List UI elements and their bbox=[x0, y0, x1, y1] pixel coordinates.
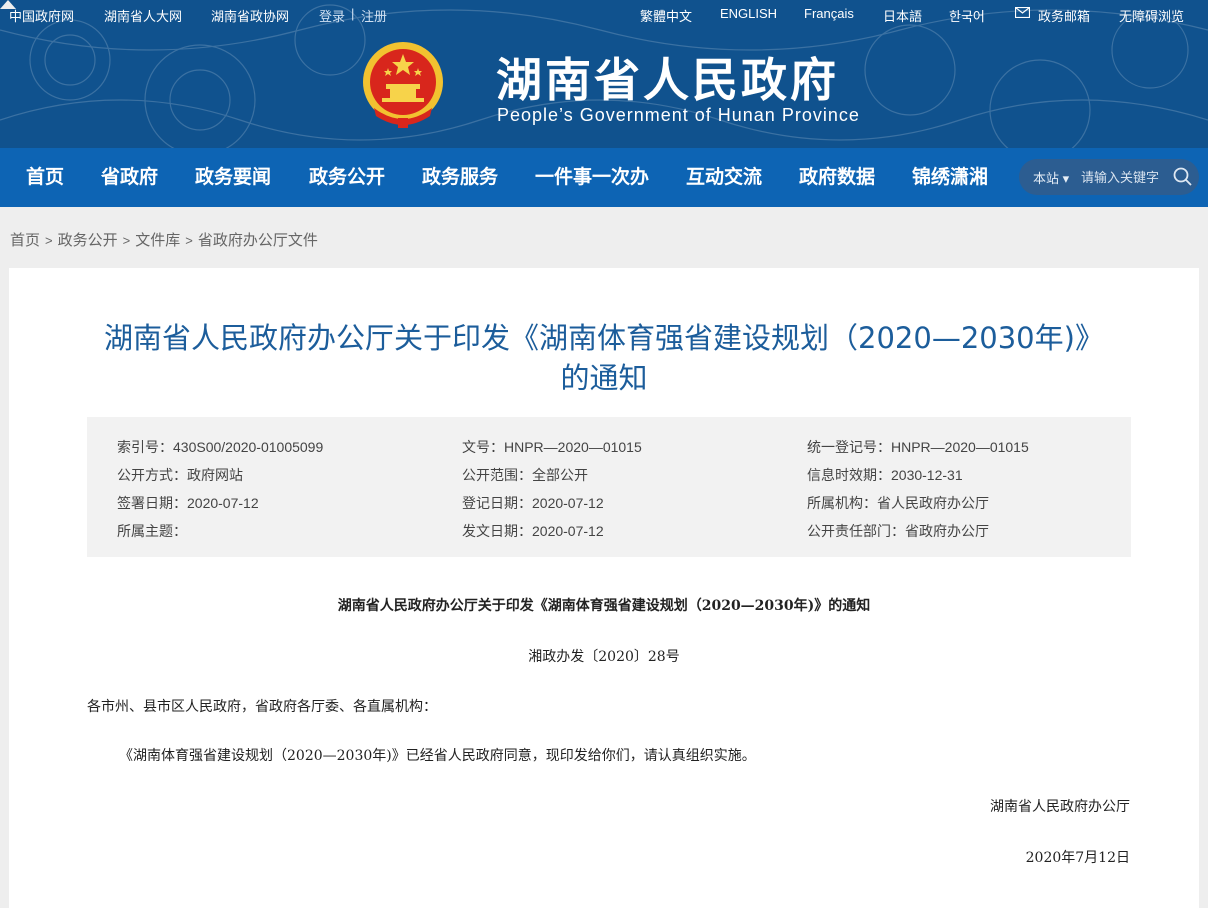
link-gov-cn[interactable]: 中国政府网 bbox=[9, 6, 74, 25]
nav-item-gov-news[interactable]: 政务要闻 bbox=[195, 148, 271, 207]
nav-item-gov-disclosure[interactable]: 政务公开 bbox=[309, 148, 385, 207]
login-link[interactable]: 登录 bbox=[319, 6, 345, 25]
nav-item-scenic-hunan[interactable]: 锦绣潇湘 bbox=[912, 148, 988, 207]
nav-item-gov-services[interactable]: 政务服务 bbox=[422, 148, 498, 207]
gov-mail-link[interactable]: 政务邮箱 bbox=[1038, 6, 1090, 25]
breadcrumb-file-library[interactable]: 文件库 bbox=[135, 232, 180, 249]
meta-index-number: 索引号：430S00/2020-01005099 bbox=[117, 439, 324, 455]
search-icon[interactable] bbox=[1173, 167, 1192, 186]
lang-traditional-chinese[interactable]: 繁體中文 bbox=[640, 6, 692, 25]
meta-disclosure-method: 公开方式：政府网站 bbox=[117, 467, 243, 483]
register-link[interactable]: 注册 bbox=[361, 6, 387, 25]
search-scope-select[interactable]: 本站 ▾ bbox=[1033, 168, 1069, 187]
meta-responsible-dept: 公开责任部门：省政府办公厅 bbox=[807, 523, 989, 539]
lang-japanese[interactable]: 日本語 bbox=[883, 6, 922, 25]
breadcrumb-office-files[interactable]: 省政府办公厅文件 bbox=[198, 232, 318, 249]
nav-item-gov-data[interactable]: 政府数据 bbox=[799, 148, 875, 207]
breadcrumb-home[interactable]: 首页 bbox=[10, 232, 40, 249]
nav-item-interaction[interactable]: 互动交流 bbox=[686, 148, 762, 207]
meta-issuing-agency: 所属机构：省人民政府办公厅 bbox=[807, 495, 989, 511]
site-title: 湖南省人民政府 bbox=[496, 53, 839, 107]
breadcrumb-separator: > bbox=[45, 233, 53, 248]
page-title: 湖南省人民政府办公厅关于印发《湖南体育强省建设规划（2020—2030年)》 的… bbox=[0, 318, 1208, 398]
breadcrumb-gov-disclosure[interactable]: 政务公开 bbox=[58, 232, 118, 249]
site-search: 本站 ▾ bbox=[1019, 159, 1199, 195]
document-metadata: 索引号：430S00/2020-01005099 文号：HNPR—2020—01… bbox=[87, 417, 1131, 557]
document-number: 湘政办发〔2020〕28号 bbox=[528, 649, 680, 665]
breadcrumb-separator: > bbox=[122, 233, 131, 248]
national-emblem-icon bbox=[363, 42, 443, 128]
nav-item-home[interactable]: 首页 bbox=[26, 148, 64, 207]
login-divider: | bbox=[351, 6, 355, 21]
meta-registration-number: 统一登记号：HNPR—2020—01015 bbox=[807, 439, 1029, 455]
nav-item-one-stop[interactable]: 一件事一次办 bbox=[535, 148, 649, 207]
search-input[interactable] bbox=[1081, 165, 1179, 189]
meta-signing-date: 签署日期：2020-07-12 bbox=[117, 495, 259, 511]
body-title: 湖南省人民政府办公厅关于印发《湖南体育强省建设规划（2020—2030年)》的通… bbox=[337, 598, 871, 614]
meta-issue-date: 发文日期：2020-07-12 bbox=[462, 523, 604, 539]
mail-icon bbox=[1015, 7, 1030, 18]
lang-french[interactable]: Français bbox=[804, 6, 854, 21]
link-hunan-cppcc[interactable]: 湖南省政协网 bbox=[211, 6, 289, 25]
breadcrumb-separator: > bbox=[185, 233, 193, 248]
meta-subject: 所属主题： bbox=[117, 523, 187, 539]
meta-registration-date: 登记日期：2020-07-12 bbox=[462, 495, 604, 511]
lang-korean[interactable]: 한국어 bbox=[949, 6, 985, 25]
breadcrumb: 首页 > 政务公开 > 文件库 > 省政府办公厅文件 bbox=[10, 229, 318, 250]
meta-validity-period: 信息时效期：2030-12-31 bbox=[807, 467, 963, 483]
lang-english[interactable]: ENGLISH bbox=[720, 6, 777, 21]
link-hunan-npc[interactable]: 湖南省人大网 bbox=[104, 6, 182, 25]
active-nav-caret-icon bbox=[0, 0, 16, 9]
body-paragraph: 《湖南体育强省建设规划（2020—2030年)》已经省人民政府同意，现印发给你们… bbox=[119, 748, 756, 764]
signature: 湖南省人民政府办公厅 bbox=[990, 799, 1130, 815]
meta-doc-number: 文号：HNPR—2020—01015 bbox=[462, 439, 642, 455]
nav-item-provincial-gov[interactable]: 省政府 bbox=[101, 148, 158, 207]
signing-date: 2020年7月12日 bbox=[1025, 850, 1130, 866]
page-title-line-2: 的通知 bbox=[560, 361, 648, 395]
page-title-line-1: 湖南省人民政府办公厅关于印发《湖南体育强省建设规划（2020—2030年)》 bbox=[104, 321, 1104, 355]
site-subtitle: People’s Government of Hunan Province bbox=[497, 105, 860, 125]
addressees: 各市州、县市区人民政府，省政府各厅委、各直属机构： bbox=[87, 699, 437, 715]
meta-disclosure-scope: 公开范围：全部公开 bbox=[462, 467, 588, 483]
accessible-browse-link[interactable]: 无障碍浏览 bbox=[1119, 6, 1184, 25]
top-utility-bar: 中国政府网 湖南省人大网 湖南省政协网 登录 | 注册 繁體中文 ENGLISH… bbox=[0, 0, 1208, 28]
